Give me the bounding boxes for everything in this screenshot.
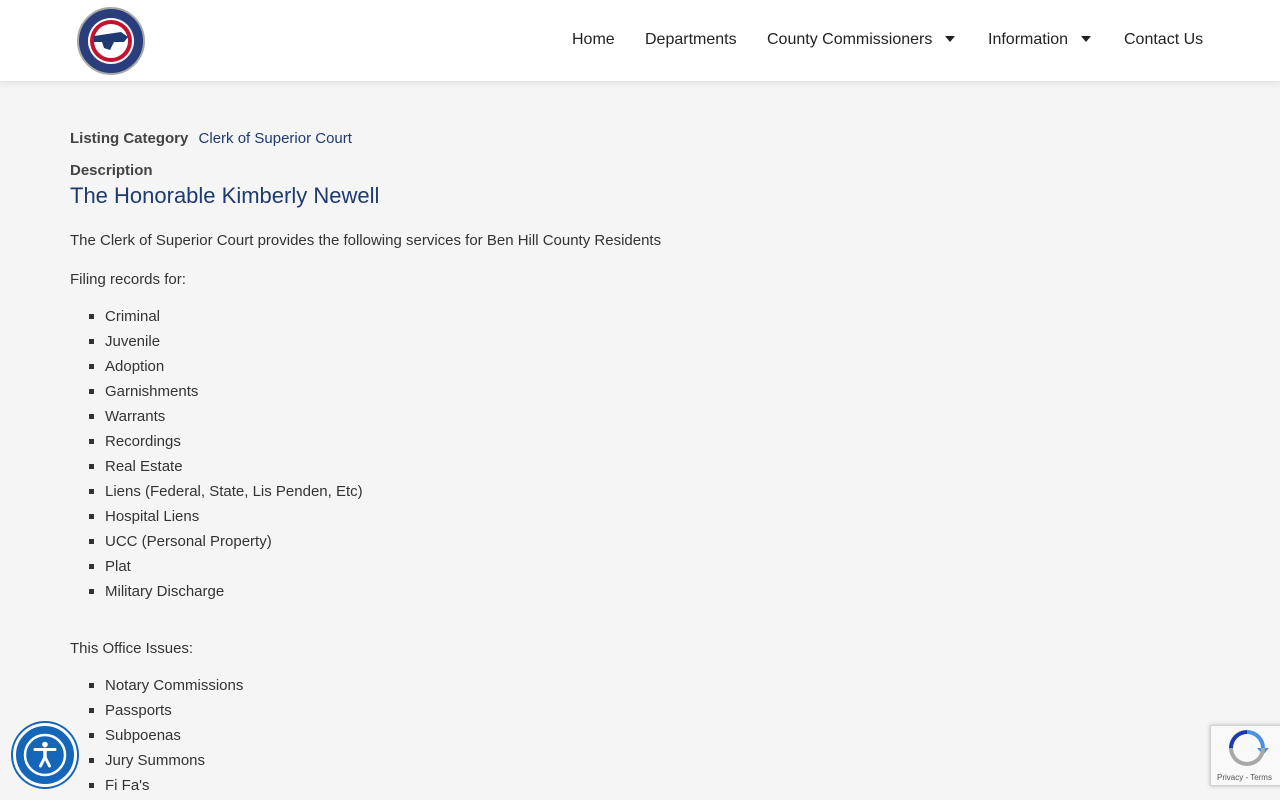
nav-contact-us-label: Contact Us bbox=[1124, 31, 1204, 48]
accessibility-button[interactable] bbox=[13, 723, 77, 787]
nav-information-label: Information bbox=[988, 31, 1069, 48]
chevron-down-icon bbox=[1081, 35, 1092, 42]
accessibility-icon bbox=[23, 733, 67, 777]
list-item: Criminal bbox=[70, 304, 363, 329]
filing-records-list: Criminal Juvenile Adoption Garnishments … bbox=[70, 304, 363, 604]
list-item: Warrants bbox=[70, 404, 363, 429]
nav-departments[interactable]: Departments bbox=[645, 28, 737, 52]
list-item: Liens (Federal, State, Lis Penden, Etc) bbox=[70, 479, 363, 504]
nav-county-commissioners-label: County Commissioners bbox=[767, 31, 933, 48]
list-item: Subpoenas bbox=[70, 723, 243, 748]
list-item: Military Discharge bbox=[70, 579, 363, 604]
office-issues-list: Notary Commissions Passports Subpoenas J… bbox=[70, 673, 243, 798]
list-item: Passports bbox=[70, 698, 243, 723]
recaptcha-badge[interactable]: Privacy - Terms bbox=[1210, 725, 1280, 786]
list-item: Plat bbox=[70, 554, 363, 579]
list-item: Adoption bbox=[70, 354, 363, 379]
county-seal-logo[interactable] bbox=[76, 6, 146, 76]
list-item: Real Estate bbox=[70, 454, 363, 479]
nav-contact-us[interactable]: Contact Us bbox=[1124, 28, 1203, 52]
list-item: Juvenile bbox=[70, 329, 363, 354]
list-item: Notary Commissions bbox=[70, 673, 243, 698]
list-item: Garnishments bbox=[70, 379, 363, 404]
list-item: Fi Fa's bbox=[70, 773, 243, 798]
listing-category-link[interactable]: Clerk of Superior Court bbox=[199, 130, 352, 147]
nav-home[interactable]: Home bbox=[572, 28, 615, 52]
page-title: The Honorable Kimberly Newell bbox=[70, 183, 380, 208]
chevron-down-icon bbox=[945, 35, 956, 42]
listing-category-label: Listing Category bbox=[70, 130, 189, 147]
recaptcha-icon bbox=[1229, 730, 1269, 766]
description-label: Description bbox=[70, 162, 153, 179]
list-item: UCC (Personal Property) bbox=[70, 529, 363, 554]
listing-category-row: Listing Category Clerk of Superior Court bbox=[70, 130, 352, 147]
nav-departments-label: Departments bbox=[645, 31, 737, 48]
recaptcha-privacy-terms[interactable]: Privacy - Terms bbox=[1217, 773, 1272, 782]
nav-information[interactable]: Information bbox=[988, 28, 1092, 52]
list-item: Jury Summons bbox=[70, 748, 243, 773]
nav-home-label: Home bbox=[572, 31, 615, 48]
issues-heading: This Office Issues: bbox=[70, 640, 194, 657]
site-header: Home Departments County Commissioners In… bbox=[0, 0, 1280, 81]
intro-text: The Clerk of Superior Court provides the… bbox=[70, 232, 662, 249]
filing-heading: Filing records for: bbox=[70, 271, 186, 288]
list-item: Hospital Liens bbox=[70, 504, 363, 529]
nav-county-commissioners[interactable]: County Commissioners bbox=[767, 28, 956, 52]
list-item: Recordings bbox=[70, 429, 363, 454]
